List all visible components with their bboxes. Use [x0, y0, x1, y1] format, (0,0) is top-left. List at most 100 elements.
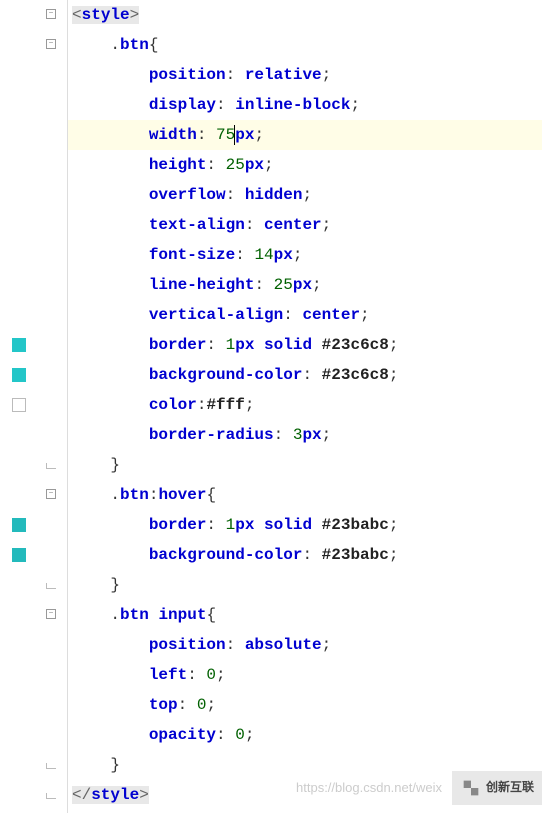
code-token: :	[197, 126, 216, 144]
fold-open-icon[interactable]	[46, 609, 58, 621]
code-token: :	[254, 276, 273, 294]
color-swatch	[12, 398, 26, 412]
code-token: :	[274, 426, 293, 444]
code-line[interactable]: background-color: #23babc;	[68, 540, 542, 570]
code-token: :	[216, 726, 235, 744]
code-token: background-color	[149, 546, 303, 564]
code-line[interactable]: display: inline-block;	[68, 90, 542, 120]
code-line[interactable]: border-radius: 3px;	[68, 420, 542, 450]
code-token: btn	[120, 36, 149, 54]
code-token: border	[149, 336, 207, 354]
code-token: ;	[389, 366, 399, 384]
code-token: hover	[158, 486, 206, 504]
code-line[interactable]: }	[68, 450, 542, 480]
gutter-line	[0, 240, 67, 270]
code-line[interactable]: background-color: #23c6c8;	[68, 360, 542, 390]
code-line[interactable]: text-align: center;	[68, 210, 542, 240]
code-line[interactable]: vertical-align: center;	[68, 300, 542, 330]
code-line[interactable]: <style>	[68, 0, 542, 30]
code-line[interactable]: border: 1px solid #23babc;	[68, 510, 542, 540]
code-line[interactable]: .btn{	[68, 30, 542, 60]
code-line[interactable]: overflow: hidden;	[68, 180, 542, 210]
code-line[interactable]: opacity: 0;	[68, 720, 542, 750]
gutter-line	[0, 390, 67, 420]
code-token: position	[149, 66, 226, 84]
code-line[interactable]: position: absolute;	[68, 630, 542, 660]
gutter-line	[0, 660, 67, 690]
code-token: width	[149, 126, 197, 144]
code-token: 25	[274, 276, 293, 294]
code-line[interactable]: border: 1px solid #23c6c8;	[68, 330, 542, 360]
code-token: 1	[226, 516, 236, 534]
fold-open-icon[interactable]	[46, 489, 58, 501]
color-swatch	[12, 338, 26, 352]
code-line[interactable]: line-height: 25px;	[68, 270, 542, 300]
code-token: text-align	[149, 216, 245, 234]
code-token: vertical-align	[149, 306, 283, 324]
code-line[interactable]: .btn input{	[68, 600, 542, 630]
gutter-line	[0, 0, 67, 30]
code-token: btn	[120, 486, 149, 504]
code-token: background-color	[149, 366, 303, 384]
code-token: ;	[206, 696, 216, 714]
code-token: ;	[350, 96, 360, 114]
code-token: {	[206, 606, 216, 624]
code-token: px	[235, 336, 254, 354]
color-swatch	[12, 518, 26, 532]
code-token: }	[110, 756, 120, 774]
code-token: height	[149, 156, 207, 174]
code-token: solid	[264, 516, 312, 534]
code-token: >	[130, 6, 140, 24]
gutter-line	[0, 270, 67, 300]
code-token: ;	[322, 636, 332, 654]
code-line[interactable]: left: 0;	[68, 660, 542, 690]
code-line[interactable]: position: relative;	[68, 60, 542, 90]
code-token: 3	[293, 426, 303, 444]
code-token: :	[187, 666, 206, 684]
code-token: :	[178, 696, 197, 714]
gutter-line	[0, 60, 67, 90]
code-token: #fff	[206, 396, 244, 414]
gutter-line	[0, 600, 67, 630]
code-token: :	[226, 186, 245, 204]
code-token: #23babc	[322, 516, 389, 534]
fold-open-icon[interactable]	[46, 39, 58, 51]
code-token: hidden	[245, 186, 303, 204]
code-area[interactable]: <style> .btn{ position: relative; displa…	[68, 0, 542, 813]
code-token	[312, 516, 322, 534]
code-line[interactable]: color:#fff;	[68, 390, 542, 420]
code-line[interactable]: }	[68, 570, 542, 600]
code-token: font-size	[149, 246, 235, 264]
code-token: ;	[293, 246, 303, 264]
gutter-line	[0, 690, 67, 720]
code-token: px	[293, 276, 312, 294]
code-token: top	[149, 696, 178, 714]
code-line[interactable]: .btn:hover{	[68, 480, 542, 510]
code-line[interactable]: width: 75px;	[68, 120, 542, 150]
code-token: {	[206, 486, 216, 504]
code-token: style	[91, 786, 139, 804]
code-token: #23c6c8	[322, 336, 389, 354]
code-token: ;	[322, 66, 332, 84]
code-token: 25	[226, 156, 245, 174]
code-token: px	[235, 516, 254, 534]
code-token: overflow	[149, 186, 226, 204]
code-token: inline-block	[235, 96, 350, 114]
code-token: 0	[235, 726, 245, 744]
gutter-line	[0, 780, 67, 810]
code-token: btn	[120, 606, 149, 624]
code-token: ;	[264, 156, 274, 174]
code-token: ;	[312, 276, 322, 294]
code-token: ;	[322, 216, 332, 234]
fold-open-icon[interactable]	[46, 9, 58, 21]
fold-close-icon	[46, 759, 58, 771]
code-token: :	[302, 546, 321, 564]
code-token: <	[72, 6, 82, 24]
gutter	[0, 0, 68, 813]
code-token: relative	[245, 66, 322, 84]
code-line[interactable]: height: 25px;	[68, 150, 542, 180]
code-line[interactable]: top: 0;	[68, 690, 542, 720]
code-line[interactable]: font-size: 14px;	[68, 240, 542, 270]
logo-icon	[460, 777, 482, 799]
code-token: :	[245, 216, 264, 234]
